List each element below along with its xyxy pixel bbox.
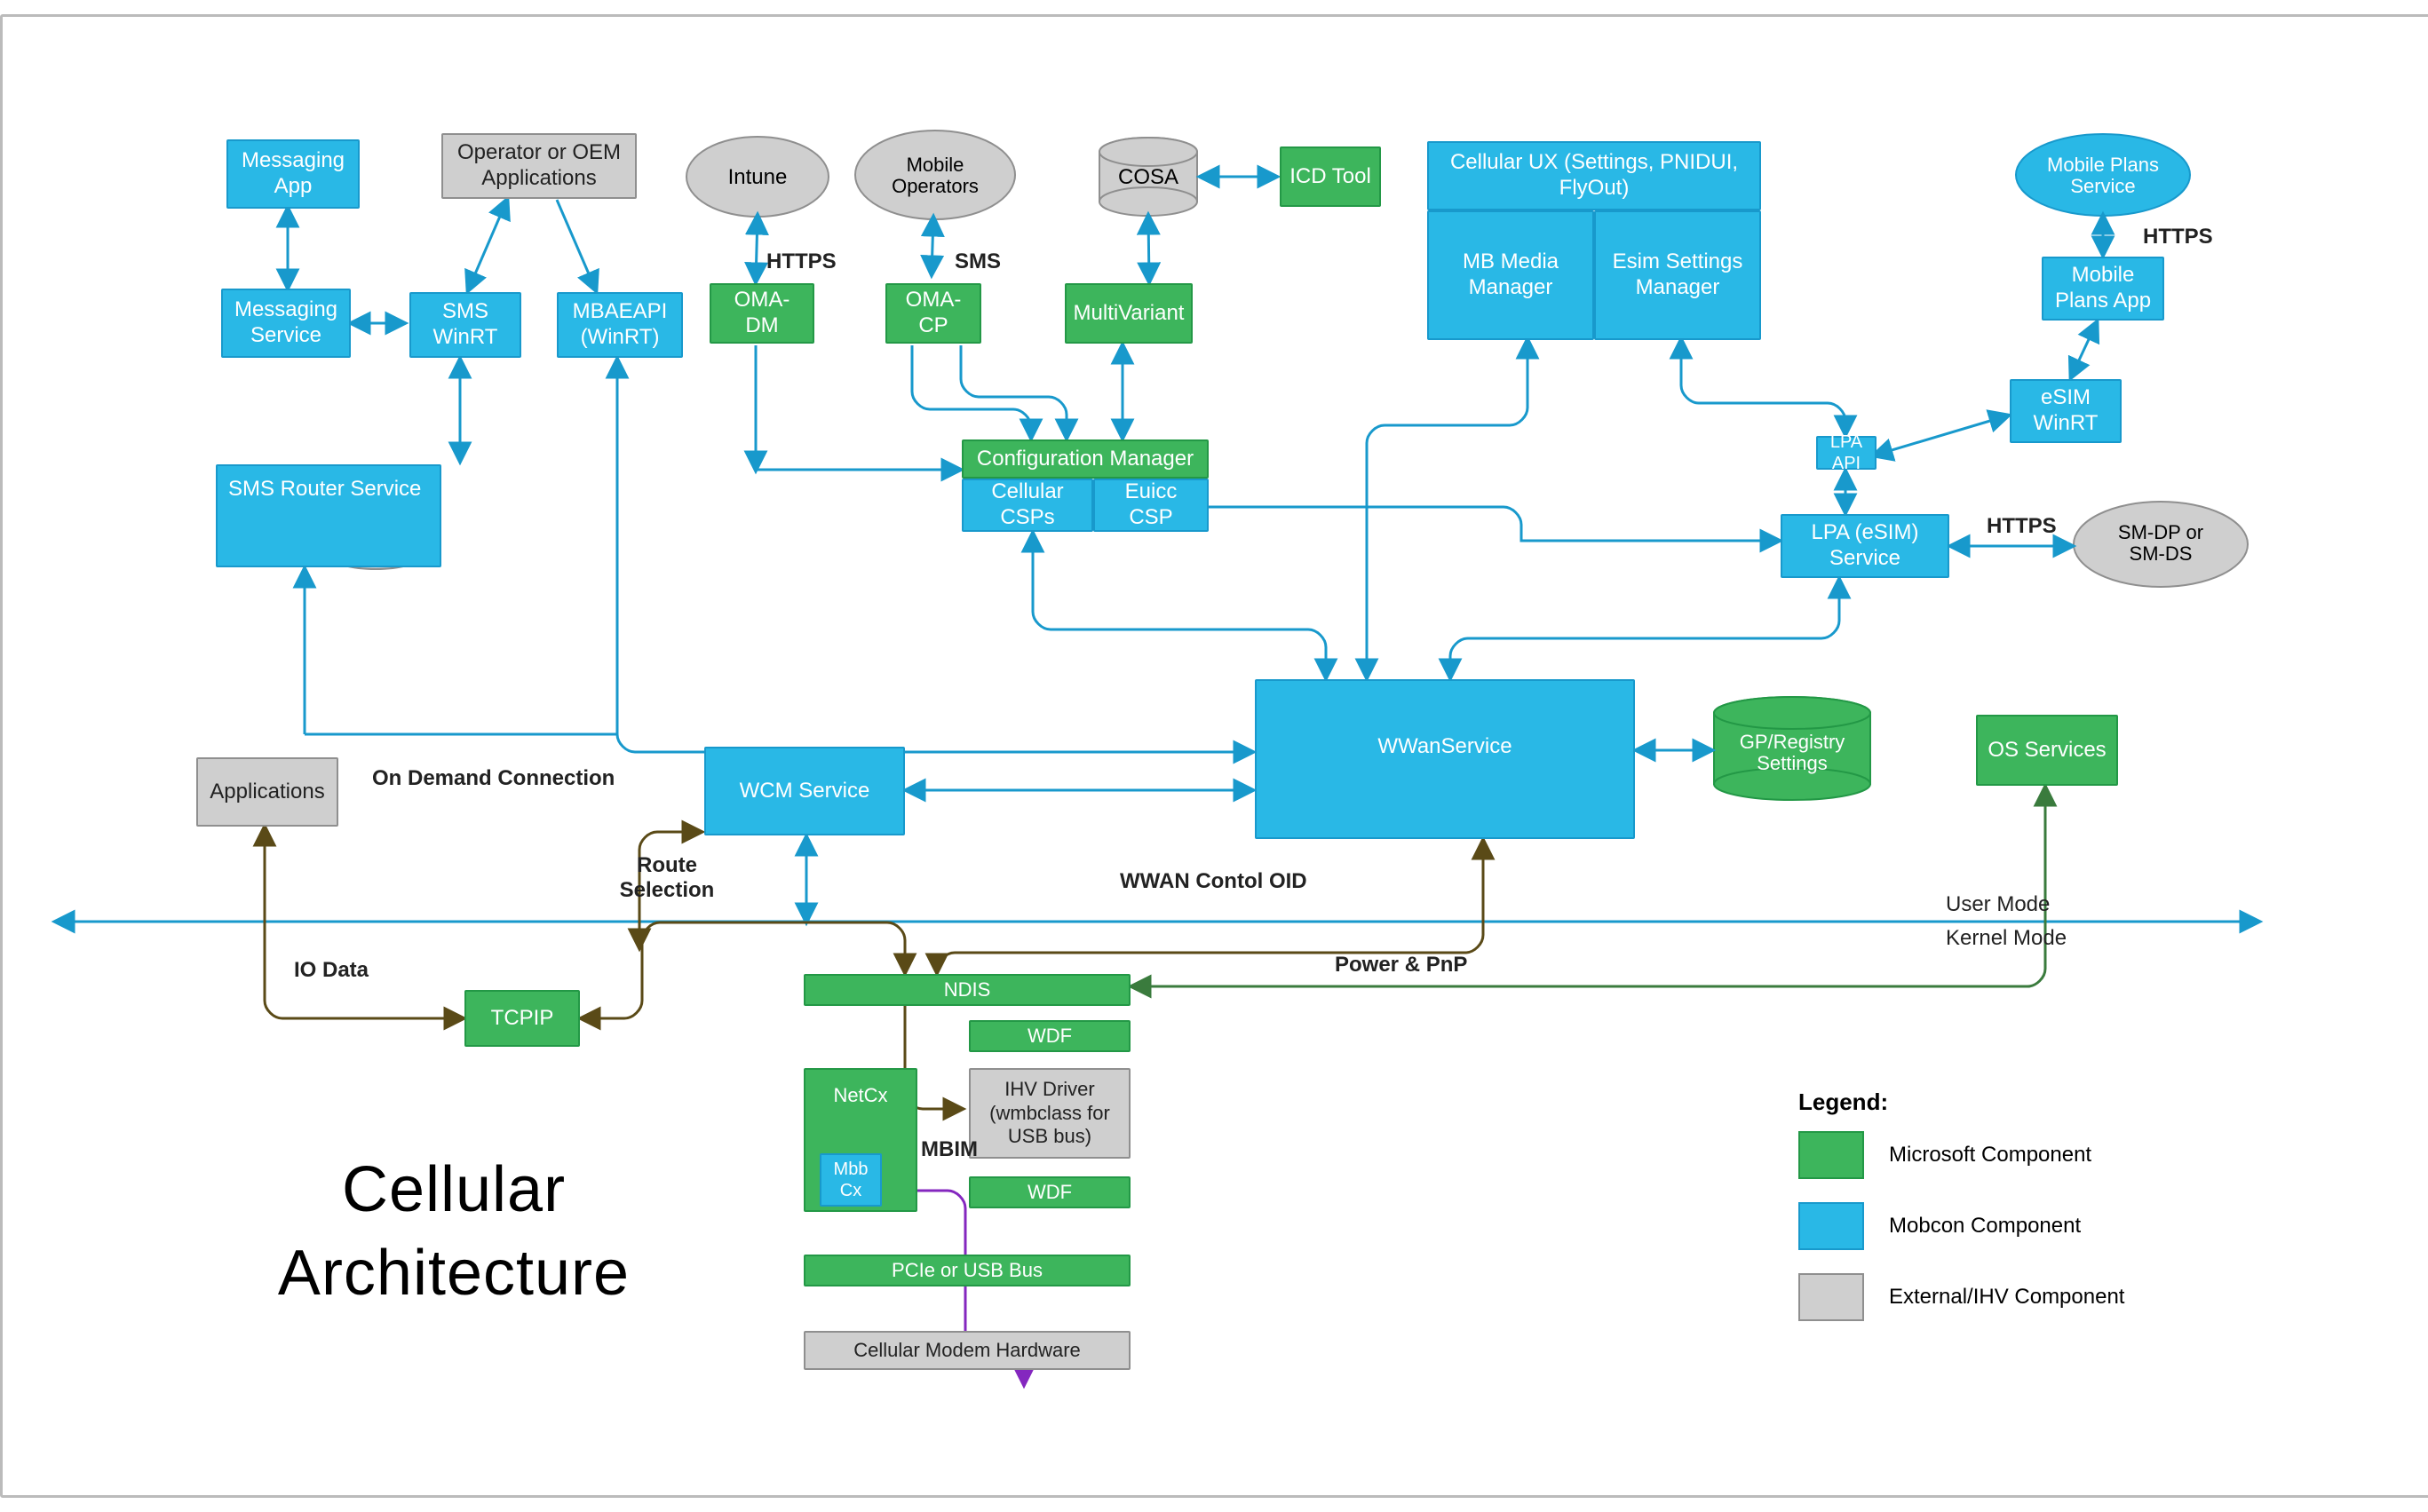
ihv-driver-box: IHV Driver (wmbclass for USB bus) (969, 1068, 1131, 1159)
route-label: Route Selection (614, 853, 720, 903)
svg-text:Mobile: Mobile (907, 154, 964, 176)
legend-label-external: External/IHV Component (1889, 1285, 2124, 1310)
esim-winrt-box: eSIM WinRT (2010, 379, 2122, 443)
legend-label-mobcon: Mobcon Component (1889, 1214, 2081, 1239)
messaging-service-box: Messaging Service (221, 289, 351, 358)
user-mode-label: User Mode (1946, 892, 2050, 917)
modem-hw-box: Cellular Modem Hardware (804, 1331, 1131, 1370)
sms-router-box: SMS Router Service (216, 464, 441, 567)
https-label-3: HTTPS (1987, 514, 2057, 539)
wdf1-box: WDF (969, 1020, 1131, 1052)
wdf2-box: WDF (969, 1176, 1131, 1208)
cellular-ux-box: Cellular UX (Settings, PNIDUI, FlyOut) (1427, 141, 1761, 210)
https-label-2: HTTPS (2143, 225, 2213, 249)
legend-label-microsoft: Microsoft Component (1889, 1143, 2091, 1168)
svg-text:SM-DS: SM-DS (2130, 542, 2193, 565)
svg-text:Settings: Settings (1757, 752, 1828, 774)
legend-row-microsoft: Microsoft Component (1798, 1128, 2124, 1182)
legend: Legend: Microsoft Component Mobcon Compo… (1798, 1088, 2124, 1324)
sm-dp-cloud: SM-DP or SM-DS (2074, 502, 2248, 587)
legend-swatch-microsoft (1798, 1131, 1864, 1179)
cosa-db-icon: COSA (1099, 138, 1197, 216)
wwan-oid-label: WWAN Contol OID (1120, 869, 1307, 894)
applications-box: Applications (196, 757, 338, 827)
multivariant-box: MultiVariant (1065, 283, 1193, 344)
euicc-csp-box: Euicc CSP (1093, 479, 1209, 532)
icd-tool-box: ICD Tool (1280, 146, 1381, 207)
svg-text:COSA: COSA (1118, 165, 1178, 189)
oma-cp-box: OMA-CP (885, 283, 981, 344)
oma-dm-box: OMA-DM (710, 283, 814, 344)
ndis-box: NDIS (804, 974, 1131, 1006)
io-data-label: IO Data (294, 958, 369, 983)
operator-oem-box: Operator or OEM Applications (441, 133, 637, 199)
svg-text:Intune: Intune (728, 165, 788, 189)
wwan-service-box: WWanService (1255, 679, 1635, 839)
power-pnp-label: Power & PnP (1335, 953, 1467, 978)
svg-text:GP/Registry: GP/Registry (1740, 731, 1845, 753)
mobile-plans-app-box: Mobile Plans App (2042, 257, 2164, 321)
mbaeapi-box: MBAEAPI (WinRT) (557, 292, 683, 358)
svg-text:Service: Service (2070, 175, 2135, 197)
legend-row-mobcon: Mobcon Component (1798, 1199, 2124, 1253)
esim-settings-box: Esim Settings Manager (1594, 210, 1761, 340)
https-label-1: HTTPS (766, 249, 837, 274)
svg-text:SM-DP or: SM-DP or (2118, 521, 2203, 543)
svg-text:Operators: Operators (892, 175, 979, 197)
legend-row-external: External/IHV Component (1798, 1271, 2124, 1324)
messaging-app-box: Messaging App (226, 139, 360, 209)
config-mgr-box: Configuration Manager (962, 439, 1209, 479)
mbbcx-box: Mbb Cx (820, 1153, 882, 1207)
kernel-mode-label: Kernel Mode (1946, 926, 2067, 951)
pcie-usb-box: PCIe or USB Bus (804, 1255, 1131, 1286)
sms-label: SMS (955, 249, 1001, 274)
mobile-operators-cloud: Mobile Operators (855, 131, 1015, 219)
ondemand-label: On Demand Connection (372, 766, 615, 791)
intune-cloud: Intune (686, 137, 829, 217)
legend-swatch-external (1798, 1273, 1864, 1321)
mbim-label: MBIM (921, 1137, 978, 1162)
sms-winrt-box: SMS WinRT (409, 292, 521, 358)
legend-swatch-mobcon (1798, 1202, 1864, 1250)
mb-media-box: MB Media Manager (1427, 210, 1594, 340)
svg-text:Mobile Plans: Mobile Plans (2047, 154, 2159, 176)
cellular-csps-box: Cellular CSPs (962, 479, 1093, 532)
wcm-box: WCM Service (704, 747, 905, 835)
os-services-box: OS Services (1976, 715, 2118, 786)
gp-registry-db-icon: GP/Registry Settings (1714, 697, 1870, 800)
mobile-plans-service-cloud: Mobile Plans Service (2016, 134, 2190, 216)
legend-heading: Legend: (1798, 1088, 2124, 1116)
diagram-title: Cellular Architecture (205, 1149, 702, 1315)
tcpip-box: TCPIP (464, 990, 580, 1047)
lpa-api-box: LPA API (1816, 436, 1877, 470)
lpa-service-box: LPA (eSIM) Service (1781, 514, 1949, 578)
